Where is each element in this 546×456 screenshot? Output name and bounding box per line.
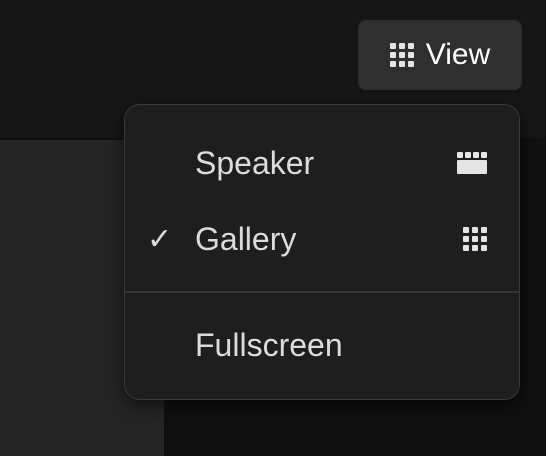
menu-item-label: Speaker [195,144,315,181]
checkmark-icon: ✓ [147,222,173,256]
grid-icon [389,43,414,67]
speaker-view-icon [457,152,487,174]
menu-item-speaker[interactable]: Speaker [125,133,519,193]
view-dropdown-menu: Speaker ✓ Gallery Fullscreen [124,104,520,400]
menu-item-gallery[interactable]: ✓ Gallery [125,209,519,269]
meeting-window: View Speaker ✓ Gallery Fullscreen [0,0,546,456]
view-button[interactable]: View [358,20,522,90]
menu-item-fullscreen[interactable]: Fullscreen [125,315,519,375]
menu-item-label: Gallery [195,220,297,257]
menu-divider [125,291,519,293]
menu-item-label: Fullscreen [195,326,343,363]
view-button-label: View [425,38,491,71]
gallery-view-icon [463,227,487,251]
